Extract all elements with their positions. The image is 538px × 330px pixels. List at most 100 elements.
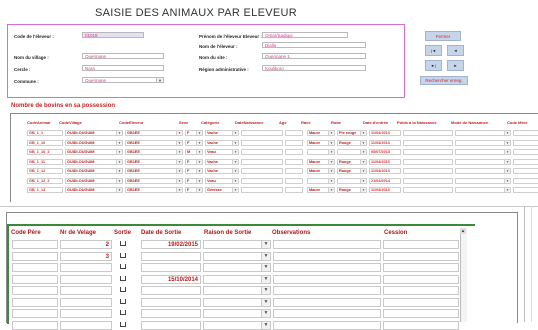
code-pere-cell[interactable] <box>12 251 58 261</box>
code-animal-cell[interactable]: GB_1_1 <box>27 130 63 136</box>
date-entree-cell[interactable]: 21/04/2014 <box>369 177 401 184</box>
date-naissance-cell[interactable] <box>241 187 283 193</box>
cession-cell[interactable] <box>383 286 459 295</box>
raison-sortie-dropdown[interactable]: ▼ <box>203 240 271 249</box>
raison-sortie-dropdown[interactable]: ▼ <box>203 286 271 295</box>
code-village-dropdown[interactable]: GUIDI-OUGUIM ▼ <box>65 158 123 165</box>
raison-sortie-dropdown[interactable]: ▼ <box>203 309 271 318</box>
age-cell[interactable] <box>285 158 303 165</box>
code-animal-cell[interactable]: GB_1_10 <box>27 139 63 146</box>
sortie-checkbox[interactable] <box>120 252 126 258</box>
observations-cell[interactable] <box>273 274 381 284</box>
mode-naissance-dropdown[interactable]: ▼ <box>455 187 511 193</box>
categorie-dropdown[interactable]: Veau ▼ <box>205 177 239 184</box>
code-pere-cell[interactable] <box>12 297 58 307</box>
date-entree-cell[interactable]: 05/07/2013 <box>369 149 401 155</box>
code-mere-cell[interactable] <box>513 139 538 146</box>
poids-naissance-cell[interactable] <box>403 177 453 184</box>
sexe-dropdown[interactable]: F ▼ <box>185 158 203 165</box>
code-eleveur-dropdown[interactable]: GB1ÉE ▼ <box>125 177 183 184</box>
nr-velage-cell[interactable] <box>60 263 112 272</box>
age-cell[interactable] <box>285 130 303 136</box>
date-entree-cell[interactable]: 11/04/2013 <box>369 158 401 165</box>
code-animal-cell[interactable]: GB_1_10_2 <box>27 149 63 155</box>
sortie-checkbox[interactable] <box>120 310 126 315</box>
nr-velage-cell[interactable]: 2 <box>60 240 112 249</box>
robe-dropdown[interactable]: Rouge ▼ <box>337 187 367 193</box>
observations-cell[interactable] <box>273 297 381 307</box>
date-sortie-cell[interactable] <box>141 286 201 295</box>
cession-cell[interactable] <box>383 263 459 272</box>
date-entree-cell[interactable]: 11/04/2013 <box>369 187 401 193</box>
code-mere-cell[interactable] <box>513 187 538 193</box>
date-sortie-cell[interactable] <box>141 297 201 307</box>
sortie-checkbox[interactable] <box>120 275 126 281</box>
prev-record-button[interactable]: ◄ <box>447 45 464 56</box>
nom-field[interactable]: Diallo <box>262 42 366 48</box>
rechercher-button[interactable]: Rechercher enreg. <box>420 76 468 85</box>
code-animal-cell[interactable]: GB_1_13 <box>27 187 63 193</box>
code-mere-cell[interactable] <box>513 130 538 136</box>
nr-velage-cell[interactable] <box>60 297 112 307</box>
nr-velage-cell[interactable] <box>60 309 112 318</box>
date-sortie-cell[interactable] <box>141 251 201 261</box>
poids-naissance-cell[interactable] <box>403 168 453 174</box>
code-eleveur-dropdown[interactable]: GB1ÉE ▼ <box>125 187 183 193</box>
race-dropdown[interactable]: ▼ <box>307 177 335 184</box>
sexe-dropdown[interactable]: F ▼ <box>185 187 203 193</box>
cession-cell[interactable] <box>383 309 459 318</box>
code-animal-cell[interactable]: GB_1_12 <box>27 168 63 174</box>
observations-cell[interactable] <box>273 286 381 295</box>
poids-naissance-cell[interactable] <box>403 187 453 193</box>
date-naissance-cell[interactable] <box>241 177 283 184</box>
code-eleveur-dropdown[interactable]: GB1ÉE ▼ <box>125 139 183 146</box>
code-pere-cell[interactable] <box>12 263 58 272</box>
date-sortie-cell[interactable]: 15/10/2014 <box>141 274 201 284</box>
nr-velage-cell[interactable]: 3 <box>60 251 112 261</box>
code-pere-cell[interactable] <box>12 240 58 249</box>
race-dropdown[interactable]: Maure ▼ <box>307 168 335 174</box>
robe-dropdown[interactable]: Rouge ▼ <box>337 168 367 174</box>
sorties-vertical-scrollbar[interactable] <box>460 228 467 322</box>
observations-cell[interactable] <box>273 309 381 318</box>
code-mere-cell[interactable] <box>513 149 538 155</box>
robe-dropdown[interactable]: ▼ <box>337 149 367 155</box>
date-naissance-cell[interactable] <box>241 149 283 155</box>
cercle-field[interactable]: Nara <box>82 65 164 71</box>
raison-sortie-dropdown[interactable]: ▼ <box>203 263 271 272</box>
code-pere-cell[interactable] <box>12 286 58 295</box>
raison-sortie-dropdown[interactable]: ▼ <box>203 274 271 284</box>
code-village-dropdown[interactable]: GUIDI-OUGUIM ▼ <box>65 130 123 136</box>
date-sortie-cell[interactable] <box>141 309 201 318</box>
date-sortie-cell[interactable] <box>141 263 201 272</box>
age-cell[interactable] <box>285 149 303 155</box>
categorie-dropdown[interactable]: Vache ▼ <box>205 158 239 165</box>
code-village-dropdown[interactable]: GUIDI-OUGUIM ▼ <box>65 187 123 193</box>
raison-sortie-dropdown[interactable]: ▼ <box>203 251 271 261</box>
next-record-button[interactable]: ►| <box>425 60 442 71</box>
date-naissance-cell[interactable] <box>241 158 283 165</box>
scroll-up-arrow-icon[interactable]: ▲ <box>460 228 466 234</box>
code-village-dropdown[interactable]: GUIDI-OUGUIM ▼ <box>65 149 123 155</box>
code-pere-cell[interactable] <box>12 274 58 284</box>
sexe-dropdown[interactable]: F ▼ <box>185 168 203 174</box>
cession-cell[interactable] <box>383 274 459 284</box>
categorie-dropdown[interactable]: Vache ▼ <box>205 168 239 174</box>
fermer-button[interactable]: Fermer <box>425 31 461 41</box>
robe-dropdown[interactable]: Pie rouge ▼ <box>337 130 367 136</box>
raison-sortie-dropdown[interactable]: ▼ <box>203 297 271 307</box>
robe-dropdown[interactable]: Rouge ▼ <box>337 158 367 165</box>
date-naissance-cell[interactable] <box>241 130 283 136</box>
code-village-dropdown[interactable]: GUIDI-OUGUIM ▼ <box>65 139 123 146</box>
mode-naissance-dropdown[interactable]: ▼ <box>455 130 511 136</box>
age-cell[interactable] <box>285 177 303 184</box>
mode-naissance-dropdown[interactable]: ▼ <box>455 139 511 146</box>
poids-naissance-cell[interactable] <box>403 139 453 146</box>
robe-dropdown[interactable]: ▼ <box>337 177 367 184</box>
nr-velage-cell[interactable] <box>60 274 112 284</box>
observations-cell[interactable] <box>273 263 381 272</box>
first-record-button[interactable]: |◄ <box>425 45 442 56</box>
date-sortie-cell[interactable]: 19/02/2015 <box>141 240 201 249</box>
nom-site-field[interactable]: Ouerinane 1 <box>262 53 366 59</box>
observations-cell[interactable] <box>273 251 381 261</box>
